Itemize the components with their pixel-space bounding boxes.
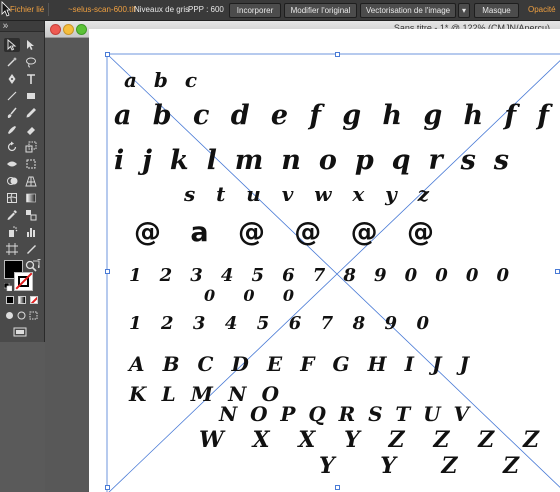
ppi-label: PPP : 600: [188, 5, 224, 14]
resize-handle-left[interactable]: [105, 269, 110, 274]
image-trace-dropdown[interactable]: ▾: [458, 3, 470, 18]
filename-link[interactable]: ~selus-scan-600.tif: [68, 5, 135, 14]
close-window-icon[interactable]: [50, 24, 61, 35]
artboard-tool-icon[interactable]: [4, 242, 20, 256]
handwriting-line: @ a @ @ @ @: [134, 217, 434, 248]
artboard[interactable]: a b c a b c d e f g h g h f f i j k l m …: [89, 29, 560, 492]
handwriting-line: a b c d e f g h g h f f: [114, 100, 554, 131]
handwritten-scan-image[interactable]: a b c a b c d e f g h g h f f i j k l m …: [89, 29, 560, 492]
color-mode-icon[interactable]: [6, 296, 14, 304]
handwriting-line: N O P Q R S T U V: [218, 402, 471, 426]
linked-file-label[interactable]: Fichier lié: [10, 5, 44, 14]
scale-tool-icon[interactable]: [23, 140, 39, 154]
handwriting-line: 1 2 3 4 5 6 7 8 9 0 0 0 0: [129, 265, 509, 286]
zoom-window-icon[interactable]: [76, 24, 87, 35]
blob-brush-tool-icon[interactable]: [4, 123, 20, 137]
resize-handle-top[interactable]: [335, 52, 340, 57]
image-trace-button[interactable]: Vectorisation de l'image: [360, 3, 456, 18]
resize-handle-right[interactable]: [555, 269, 560, 274]
selection-tool-icon[interactable]: [4, 38, 20, 52]
shape-builder-tool-icon[interactable]: [4, 174, 20, 188]
symbol-sprayer-tool-icon[interactable]: [4, 225, 20, 239]
width-tool-icon[interactable]: [4, 157, 20, 171]
tools-panel-grip[interactable]: ›› x: [0, 21, 44, 32]
eyedropper-tool-icon[interactable]: [4, 208, 20, 222]
edit-original-button[interactable]: Modifier l'original: [284, 3, 357, 18]
line-tool-icon[interactable]: [4, 89, 20, 103]
swap-colors-icon[interactable]: [32, 259, 41, 268]
opacity-label[interactable]: Opacité: [528, 5, 556, 14]
image-trace-label: Vectorisation de l'image: [365, 6, 451, 15]
close-panel-icon[interactable]: x: [3, 21, 41, 31]
handwriting-line: i j k l m n o p q r s s: [114, 145, 514, 176]
embed-button[interactable]: Incorporer: [229, 3, 281, 18]
resize-handle-bottom-left[interactable]: [105, 485, 110, 490]
mask-button[interactable]: Masque: [474, 3, 519, 18]
resize-handle-bottom[interactable]: [335, 485, 340, 490]
separator: [48, 3, 49, 16]
lasso-tool-icon[interactable]: [23, 55, 39, 69]
magic-wand-tool-icon[interactable]: [4, 55, 20, 69]
gradient-mode-icon[interactable]: [18, 296, 26, 304]
control-bar: Fichier lié ~selus-scan-600.tif Niveaux …: [0, 0, 560, 21]
rectangle-tool-icon[interactable]: [23, 89, 39, 103]
handwriting-lines: a b c a b c d e f g h g h f f i j k l m …: [114, 68, 554, 479]
free-transform-tool-icon[interactable]: [23, 157, 39, 171]
stroke-color-swatch[interactable]: [14, 272, 33, 291]
draw-inside-icon[interactable]: [29, 311, 38, 320]
handwriting-line: A B C D E F G H I J J: [127, 352, 471, 376]
tools-panel: ›› x: [0, 21, 45, 342]
column-graph-tool-icon[interactable]: [23, 225, 39, 239]
minimize-window-icon[interactable]: [63, 24, 74, 35]
blend-tool-icon[interactable]: [23, 208, 39, 222]
mesh-tool-icon[interactable]: [4, 191, 20, 205]
none-mode-icon[interactable]: [30, 296, 38, 304]
handwriting-line: W X X Y Z Z Z Z: [199, 427, 540, 453]
handwriting-line: 1 2 3 4 5 6 7 8 9 0: [129, 313, 429, 334]
pen-tool-icon[interactable]: [4, 72, 20, 86]
resize-handle-top-left[interactable]: [105, 52, 110, 57]
color-mode-label: Niveaux de gris: [134, 5, 190, 14]
handwriting-line: a b c: [124, 68, 202, 92]
default-colors-icon[interactable]: [4, 283, 12, 291]
rotate-tool-icon[interactable]: [4, 140, 20, 154]
pencil-tool-icon[interactable]: [23, 106, 39, 120]
draw-normal-icon[interactable]: [5, 311, 14, 320]
slice-tool-icon[interactable]: [23, 242, 39, 256]
draw-behind-icon[interactable]: [17, 311, 26, 320]
direct-selection-tool-icon[interactable]: [23, 38, 39, 52]
handwriting-line: 0 0 0: [204, 286, 294, 305]
screen-mode-icon[interactable]: [13, 327, 27, 337]
perspective-grid-tool-icon[interactable]: [23, 174, 39, 188]
paintbrush-tool-icon[interactable]: [4, 106, 20, 120]
handwriting-line: s t u v w x y z: [183, 182, 434, 206]
type-tool-icon[interactable]: [23, 72, 39, 86]
eraser-tool-icon[interactable]: [23, 123, 39, 137]
handwriting-line: Y Y Z Z: [319, 453, 520, 479]
gradient-tool-icon[interactable]: [23, 191, 39, 205]
